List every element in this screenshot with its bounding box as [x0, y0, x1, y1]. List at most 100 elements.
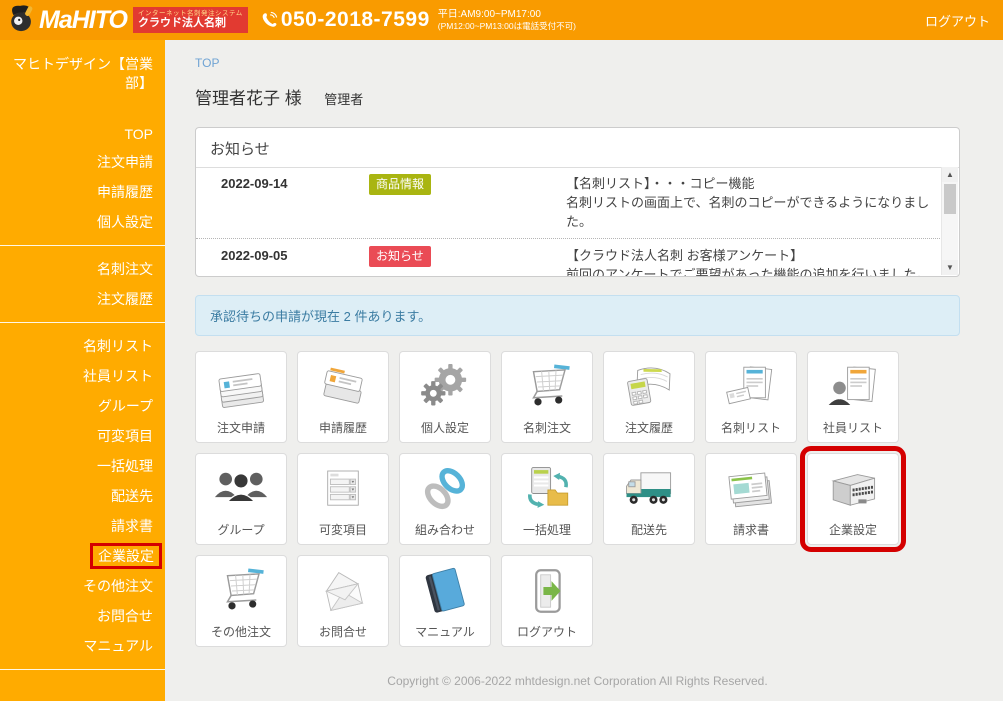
company-settings-tile[interactable]: 企業設定 — [807, 453, 899, 545]
notice-category-badge: 商品情報 — [369, 174, 431, 195]
sidebar-item-request-history[interactable]: 申請履歴 — [12, 177, 153, 207]
logo-tagline-main: クラウド法人名刺 — [138, 17, 243, 30]
notice-line: 【名刺リスト】・・・コピー機能 — [566, 174, 942, 193]
notice-date: 2022-09-05 — [196, 246, 346, 266]
sidebar-item-card-order[interactable]: 名刺注文 — [12, 254, 153, 284]
request-history-tile[interactable]: 申請履歴 — [297, 351, 389, 443]
notice-line: 【クラウド法人名刺 お客様アンケート】 — [566, 246, 942, 265]
gears-icon — [400, 352, 490, 422]
sidebar-item-company-settings[interactable]: 企業設定 — [12, 541, 153, 571]
scroll-up-icon[interactable]: ▲ — [942, 167, 958, 182]
copyright-footer: Copyright © 2006-2022 mhtdesign.net Corp… — [195, 674, 960, 688]
logout-tile[interactable]: ログアウト — [501, 555, 593, 647]
order-request-tile[interactable]: 注文申請 — [195, 351, 287, 443]
combination-tile[interactable]: 組み合わせ — [399, 453, 491, 545]
sidebar-item-invoice[interactable]: 請求書 — [12, 511, 153, 541]
phone-hours-line2: (PM12:00~PM13:00は電話受付不可) — [438, 21, 576, 32]
brand-name: MaHITO — [39, 8, 127, 33]
tile-label: 社員リスト — [823, 422, 883, 434]
notices-panel: お知らせ 2022-09-14 商品情報 【名刺リスト】・・・コピー機能名刺リストの… — [195, 127, 960, 277]
building-icon — [808, 454, 898, 524]
tile-label: 企業設定 — [829, 524, 877, 536]
notice-row: 2022-09-14 商品情報 【名刺リスト】・・・コピー機能名刺リストの画面上で、… — [196, 167, 942, 238]
personal-settings-tile[interactable]: 個人設定 — [399, 351, 491, 443]
scroll-thumb[interactable] — [944, 184, 956, 214]
notice-line: 名刺リストの画面上で、名刺のコピーができるようになりました。 — [566, 193, 942, 231]
sidebar-item-manual[interactable]: マニュアル — [12, 631, 153, 661]
notice-badge-wrap: 商品情報 — [346, 174, 566, 195]
logout-link[interactable]: ログアウト — [925, 11, 990, 30]
sidebar-item-group[interactable]: グループ — [12, 391, 153, 421]
card-list-tile[interactable]: 名刺リスト — [705, 351, 797, 443]
tile-label: 申請履歴 — [319, 422, 367, 434]
notices-list: 2022-09-14 商品情報 【名刺リスト】・・・コピー機能名刺リストの画面上で、… — [196, 167, 942, 276]
calc-book-icon — [604, 352, 694, 422]
phone-block: 050-2018-7599 平日:AM9:00~PM17:00 (PM12:00… — [261, 8, 576, 32]
sidebar-item-other-orders[interactable]: その他注文 — [12, 571, 153, 601]
sidebar-group: TOP注文申請申請履歴個人設定 — [0, 113, 165, 246]
tile-label: 一括処理 — [523, 524, 571, 536]
manual-book-icon — [400, 556, 490, 626]
tile-label: ログアウト — [517, 626, 577, 638]
pending-approvals-alert: 承認待ちの申請が現在 2 件あります。 — [195, 295, 960, 336]
employee-list-tile[interactable]: 社員リスト — [807, 351, 899, 443]
sidebar-item-order-history[interactable]: 注文履歴 — [12, 284, 153, 314]
tile-label: 配送先 — [631, 524, 667, 536]
tile-grid: 注文申請申請履歴 個人設定名刺注文 注文履歴 名刺リスト 社員リストグループ 可変項目 組み… — [195, 351, 960, 647]
notice-row: 2022-09-05お知らせ【クラウド法人名刺 お客様アンケート】前回のアンケー… — [196, 238, 942, 276]
phone-icon — [261, 11, 278, 28]
person-list-icon — [808, 352, 898, 422]
notice-date: 2022-09-14 — [196, 174, 346, 194]
sidebar-item-batch-process[interactable]: 一括処理 — [12, 451, 153, 481]
sidebar-item-shipping-address[interactable]: 配送先 — [12, 481, 153, 511]
card-order-tile[interactable]: 名刺注文 — [501, 351, 593, 443]
sidebar-item-card-list[interactable]: 名刺リスト — [12, 331, 153, 361]
tile-label: その他注文 — [211, 626, 271, 638]
notice-badge-wrap: お知らせ — [346, 246, 566, 267]
cart-icon — [502, 352, 592, 422]
sidebar-group: 名刺注文注文履歴 — [0, 246, 165, 323]
sidebar-item-employee-list[interactable]: 社員リスト — [12, 361, 153, 391]
sidebar-item-contact[interactable]: お問合せ — [12, 601, 153, 631]
mahito-mascot-icon — [7, 3, 37, 38]
tile-label: マニュアル — [415, 626, 475, 638]
contact-tile[interactable]: お問合せ — [297, 555, 389, 647]
card-stack-icon — [196, 352, 286, 422]
user-role: 管理者 — [324, 92, 363, 107]
notices-title: お知らせ — [196, 128, 959, 168]
sidebar-item-personal-settings[interactable]: 個人設定 — [12, 207, 153, 237]
invoice-tile[interactable]: 請求書 — [705, 453, 797, 545]
variable-fields-tile[interactable]: 可変項目 — [297, 453, 389, 545]
form-icon — [298, 454, 388, 524]
sidebar-item-variable-fields[interactable]: 可変項目 — [12, 421, 153, 451]
sidebar-group: 名刺リスト社員リストグループ可変項目一括処理配送先請求書企業設定その他注文お問合… — [0, 323, 165, 670]
scroll-down-icon[interactable]: ▼ — [942, 260, 958, 275]
user-name: 管理者花子 様 — [195, 89, 302, 108]
sidebar-item-highlight-box: 企業設定 — [90, 543, 162, 569]
truck-icon — [604, 454, 694, 524]
sidebar-company-name: マヒトデザイン【営業部】 — [0, 40, 165, 113]
tile-label: 注文履歴 — [625, 422, 673, 434]
breadcrumb[interactable]: TOP — [195, 56, 219, 70]
notice-text: 【名刺リスト】・・・コピー機能名刺リストの画面上で、名刺のコピーができるようにな… — [566, 174, 942, 231]
notices-scrollbar[interactable]: ▲ ▼ — [941, 167, 958, 275]
sidebar-item-order-request[interactable]: 注文申請 — [12, 147, 153, 177]
card-history-icon — [298, 352, 388, 422]
manual-tile[interactable]: マニュアル — [399, 555, 491, 647]
group-tile[interactable]: グループ — [195, 453, 287, 545]
phone-hours: 平日:AM9:00~PM17:00 (PM12:00~PM13:00は電話受付不… — [438, 8, 576, 32]
shipping-address-tile[interactable]: 配送先 — [603, 453, 695, 545]
tile-label: 名刺リスト — [721, 422, 781, 434]
tile-label: 請求書 — [733, 524, 769, 536]
notice-line: 前回のアンケートでご要望があった機能の追加を行いました。 — [566, 265, 942, 276]
sidebar-item-top[interactable]: TOP — [12, 121, 153, 147]
order-history-tile[interactable]: 注文履歴 — [603, 351, 695, 443]
tile-label: グループ — [217, 524, 264, 536]
tile-label: 名刺注文 — [523, 422, 571, 434]
batch-process-tile[interactable]: 一括処理 — [501, 453, 593, 545]
people-icon — [196, 454, 286, 524]
tile-label: 組み合わせ — [415, 524, 475, 536]
tile-label: 可変項目 — [319, 524, 367, 536]
phone-hours-line1: 平日:AM9:00~PM17:00 — [438, 8, 576, 21]
other-orders-tile[interactable]: その他注文 — [195, 555, 287, 647]
